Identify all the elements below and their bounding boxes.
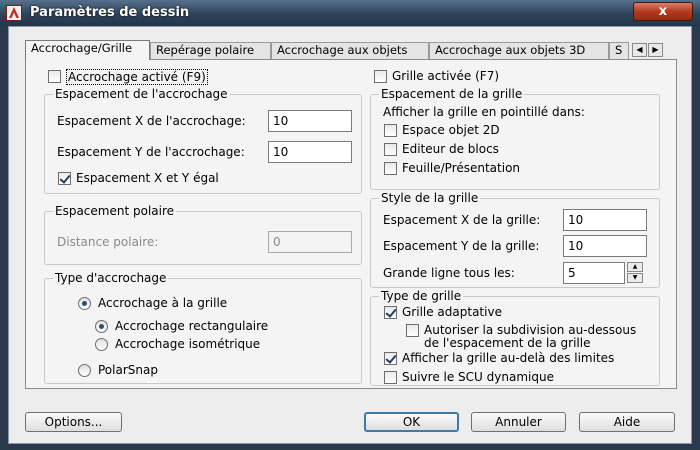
- rectangular-snap-radio[interactable]: [95, 320, 108, 333]
- grid-follow-ucs-checkbox[interactable]: [384, 371, 397, 384]
- snap-y-input[interactable]: 10: [268, 141, 352, 163]
- title-bar: Paramètres de dessin x: [0, 0, 700, 26]
- options-button[interactable]: Options...: [25, 412, 122, 432]
- arrow-right-icon: ▶: [652, 45, 659, 54]
- grid-type-group: Type de grille Grille adaptative Autoris…: [370, 289, 660, 386]
- rectangular-snap-label: Accrochage rectangulaire: [115, 319, 269, 333]
- close-button[interactable]: x: [633, 2, 693, 21]
- polar-spacing-legend: Espacement polaire: [53, 204, 177, 218]
- polar-distance-label: Distance polaire:: [57, 235, 159, 249]
- grid-type-legend: Type de grille: [379, 289, 464, 303]
- help-button[interactable]: Aide: [579, 412, 675, 432]
- snap-type-group: Type d'accrochage Accrochage à la grille…: [44, 271, 362, 384]
- isometric-snap-radio[interactable]: [95, 338, 108, 351]
- grid-major-spinner[interactable]: ▲ ▼: [627, 262, 643, 284]
- checkmark-icon: [385, 306, 397, 318]
- grid-x-label: Espacement X de la grille:: [383, 213, 541, 227]
- grid-spacing-group: Espacement de la grille Afficher la gril…: [370, 87, 660, 190]
- isometric-snap-label: Accrochage isométrique: [115, 337, 261, 351]
- grid-block-editor-label: Editeur de blocs: [402, 142, 499, 156]
- spin-up-icon[interactable]: ▲: [627, 262, 643, 272]
- tab-s[interactable]: S: [609, 42, 629, 59]
- tab-scroll-left-button[interactable]: ◀: [632, 43, 647, 57]
- snap-equal-label: Espacement X et Y égal: [76, 171, 219, 185]
- grid-block-editor-checkbox[interactable]: [384, 143, 397, 156]
- polar-distance-input[interactable]: 0: [268, 231, 352, 253]
- close-icon: x: [658, 4, 668, 19]
- snap-on-label: Accrochage activé (F9): [66, 69, 208, 85]
- grid-2d-label: Espace objet 2D: [402, 123, 500, 137]
- snap-x-label: Espacement X de l'accrochage:: [57, 114, 246, 128]
- ok-button[interactable]: OK: [364, 412, 459, 432]
- grid-adaptive-label: Grille adaptative: [402, 305, 502, 319]
- snap-spacing-group: Espacement de l'accrochage Espacement X …: [44, 87, 362, 194]
- grid-2d-checkbox[interactable]: [384, 124, 397, 137]
- grid-sheet-checkbox[interactable]: [384, 162, 397, 175]
- window-title: Paramètres de dessin: [30, 5, 190, 20]
- grid-beyond-limits-checkbox[interactable]: [384, 352, 397, 365]
- arrow-left-icon: ◀: [636, 45, 643, 54]
- grid-subdivide-checkbox[interactable]: [406, 324, 419, 337]
- tab-scroll-right-button[interactable]: ▶: [648, 43, 663, 57]
- grid-on-checkbox[interactable]: [374, 70, 387, 83]
- grid-y-input[interactable]: 10: [563, 235, 647, 257]
- grid-beyond-limits-label: Afficher la grille au-delà des limites: [402, 351, 615, 365]
- snap-spacing-legend: Espacement de l'accrochage: [53, 87, 230, 101]
- tab-reperage-polaire[interactable]: Repérage polaire: [150, 42, 271, 59]
- tab-accrochage-objets[interactable]: Accrochage aux objets: [271, 42, 429, 59]
- grid-style-group: Style de la grille Espacement X de la gr…: [370, 191, 660, 288]
- tab-accrochage-objets-3d[interactable]: Accrochage aux objets 3D: [429, 42, 609, 59]
- grid-on-label: Grille activée (F7): [392, 69, 500, 83]
- snap-type-legend: Type d'accrochage: [53, 271, 169, 285]
- tab-accrochage-grille[interactable]: Accrochage/Grille: [25, 40, 150, 60]
- spin-down-icon[interactable]: ▼: [627, 273, 643, 283]
- dialog-body: Accrochage/Grille Repérage polaire Accro…: [8, 26, 692, 444]
- grid-dotted-label: Afficher la grille en pointillé dans:: [383, 105, 585, 119]
- grid-subdivide-label: Autoriser la subdivision au-dessous: [424, 323, 637, 337]
- polar-spacing-group: Espacement polaire Distance polaire: 0: [44, 204, 362, 265]
- snap-x-input[interactable]: 10: [268, 110, 352, 132]
- grid-follow-ucs-label: Suivre le SCU dynamique: [402, 370, 554, 384]
- grid-major-label: Grande ligne tous les:: [383, 266, 515, 280]
- grid-spacing-legend: Espacement de la grille: [379, 87, 525, 101]
- grid-major-input[interactable]: 5: [563, 262, 625, 284]
- snap-on-checkbox[interactable]: [48, 70, 61, 83]
- grid-style-legend: Style de la grille: [379, 191, 481, 205]
- grid-sheet-label: Feuille/Présentation: [402, 161, 521, 175]
- grid-snap-label: Accrochage à la grille: [98, 296, 228, 310]
- grid-x-input[interactable]: 10: [563, 209, 647, 231]
- autocad-app-icon: [6, 5, 22, 21]
- polarsnap-label: PolarSnap: [98, 363, 158, 377]
- checkmark-icon: [385, 352, 397, 364]
- polarsnap-radio[interactable]: [78, 364, 91, 377]
- tab-panel: Accrochage activé (F9) Espacement de l'a…: [25, 59, 677, 389]
- snap-y-label: Espacement Y de l'accrochage:: [57, 145, 245, 159]
- grid-y-label: Espacement Y de la grille:: [383, 239, 540, 253]
- grid-subdivide-label-2: de l'espacement de la grille: [424, 336, 591, 350]
- grid-snap-radio[interactable]: [78, 297, 91, 310]
- cancel-button[interactable]: Annuler: [471, 412, 566, 432]
- grid-adaptive-checkbox[interactable]: [384, 306, 397, 319]
- checkmark-icon: [59, 172, 71, 184]
- snap-equal-checkbox[interactable]: [58, 172, 71, 185]
